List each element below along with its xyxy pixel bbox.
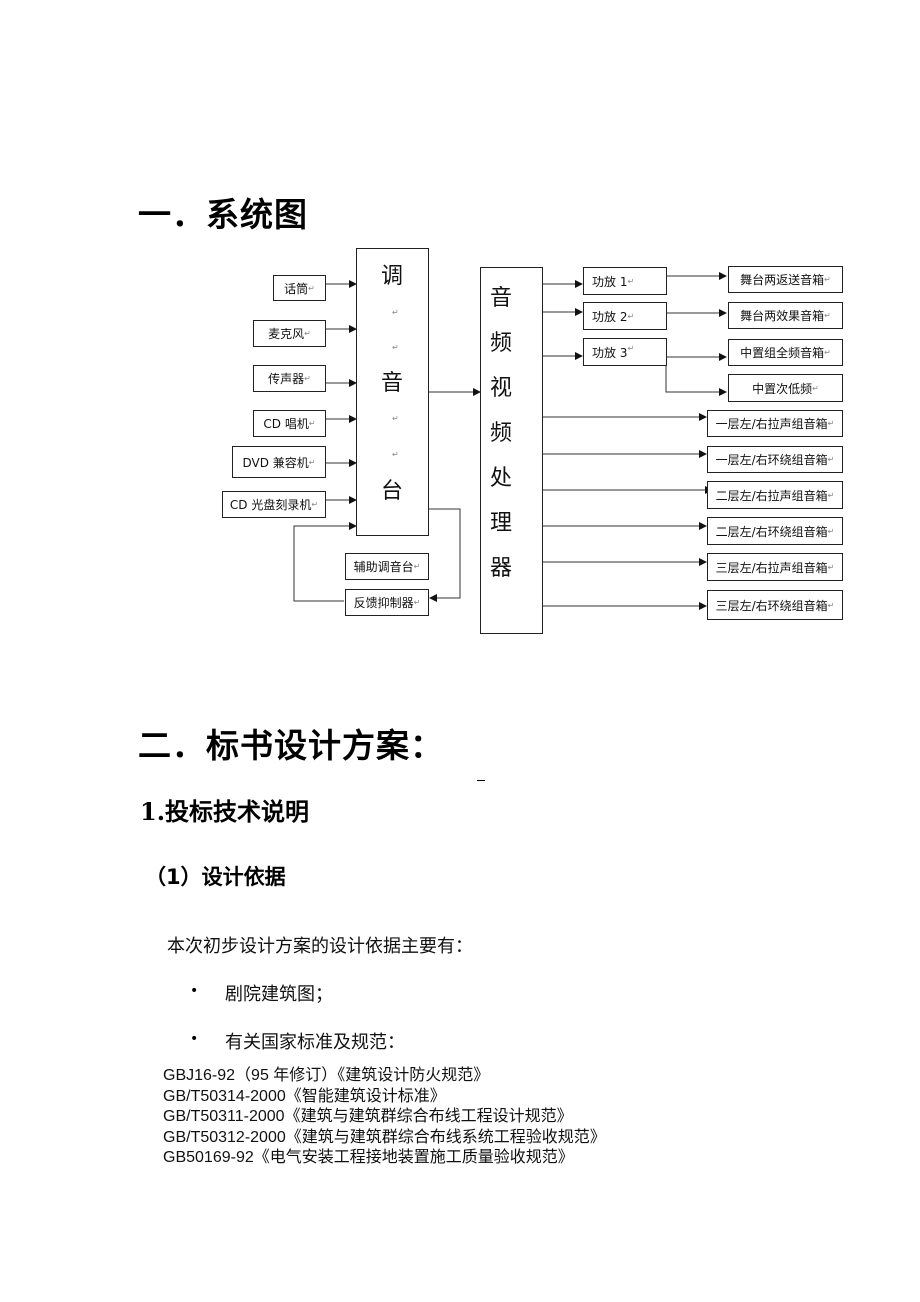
mixer-char: 调 <box>381 264 404 289</box>
output-speaker-box: 舞台两返送音箱 ↵ <box>728 266 843 293</box>
paragraph-mark: ↵ <box>824 275 831 284</box>
input-label: 麦克风 <box>268 327 305 341</box>
paragraph-mark: ↵ <box>827 455 835 464</box>
output-label: 一层左/右拉声组音箱 <box>715 417 828 431</box>
input-label: CD 光盘刻录机 <box>229 498 312 512</box>
output-label: 一层左/右环绕组音箱 <box>715 453 828 467</box>
output-speaker-box: 二层左/右拉声组音箱 ↵ <box>707 481 843 509</box>
output-speaker-box: 三层左/右环绕组音箱 ↵ <box>707 590 843 620</box>
aux-mixer-box: 辅助调音台 ↵ <box>345 553 429 580</box>
paragraph-mark: ↵ <box>392 343 399 352</box>
processor-char: 处 <box>490 466 513 491</box>
paragraph-mark: ↵ <box>627 311 635 321</box>
bullet-text: 剧院建筑图； <box>225 984 333 1005</box>
output-label: 二层左/右拉声组音箱 <box>715 488 828 503</box>
bullet-icon: • <box>190 1031 199 1047</box>
output-label: 中置组全频音箱 <box>740 346 825 360</box>
input-label: 传声器 <box>268 372 305 386</box>
processor-char: 视 <box>490 376 513 401</box>
paragraph-mark: ↵ <box>627 276 635 286</box>
standard-item: GB/T50312-2000《建筑与建筑群综合布线系统工程验收规范》 <box>163 1128 606 1146</box>
output-label: 舞台两返送音箱 <box>740 273 825 287</box>
paragraph-mark: ↵ <box>304 329 311 338</box>
standard-item: GB/T50314-2000《智能建筑设计标准》 <box>163 1087 446 1105</box>
amplifier-box: 功放 1 ↵ <box>583 267 667 295</box>
paragraph-mark: ↵ <box>304 374 311 383</box>
processor-char: 理 <box>490 511 513 536</box>
connector-amp3-out2 <box>665 357 727 396</box>
bullet-item: • <box>190 1030 198 1048</box>
processor-char: 频 <box>490 421 513 446</box>
output-label: 舞台两效果音箱 <box>740 309 825 323</box>
paragraph-mark: ↵ <box>308 283 315 293</box>
output-speaker-box: 中置组全频音箱 ↵ <box>728 339 843 366</box>
paragraph-mark: ↵ <box>824 348 831 357</box>
output-speaker-box: 舞台两效果音箱 ↵ <box>728 302 843 329</box>
aux-mixer-label: 辅助调音台 <box>353 560 414 574</box>
processor-char: 频 <box>490 331 513 356</box>
paragraph-mark: ↵ <box>392 308 399 317</box>
amplifier-label: 功放 3 <box>592 346 628 360</box>
bullet-icon: • <box>190 983 199 999</box>
input-box: CD 唱机 ↵ <box>253 410 326 437</box>
input-box: 传声器 ↵ <box>253 365 326 392</box>
bullet-item: • <box>190 982 198 1000</box>
bullet-text: 有关国家标准及规范： <box>225 1032 405 1053</box>
intro-paragraph: 本次初步设计方案的设计依据主要有： <box>167 936 473 957</box>
mixer-char: 台 <box>381 479 404 504</box>
output-speaker-box: 三层左/右拉声组音箱 ↵ <box>707 553 843 581</box>
paragraph-mark: ↵ <box>308 419 316 428</box>
mixer-char: 音 <box>381 371 404 396</box>
paragraph-mark: ↵ <box>812 383 819 393</box>
processor-char: 器 <box>490 556 513 581</box>
input-box: DVD 兼容机 ↵ <box>232 446 326 478</box>
input-label: 话筒 <box>284 281 309 296</box>
input-box: 话筒 ↵ <box>273 275 326 301</box>
amplifier-box: 功放 3 ↵ <box>583 338 667 366</box>
standards-list: GBJ16-92（95 年修订）《建筑设计防火规范》 GB/T50314-200… <box>163 1066 606 1169</box>
paragraph-mark: ↵ <box>827 419 835 428</box>
output-label: 三层左/右拉声组音箱 <box>715 560 828 575</box>
paragraph-mark: ↵ <box>827 562 835 572</box>
paragraph-mark: ↵ <box>308 457 316 467</box>
system-diagram: 话筒 ↵ 麦克风 ↵ 传声器 ↵ CD 唱机 ↵ DVD 兼容机 ↵ CD 光盘刻录机 ↵ … <box>0 0 920 700</box>
connector-mixer-to-feedback <box>428 508 461 602</box>
subsubheading-design-basis: （1）设计依据 <box>145 865 286 889</box>
paragraph-mark: ↵ <box>413 598 421 607</box>
output-speaker-box: 中置次低频 ↵ <box>728 374 843 402</box>
standard-item: GB/T50311-2000《建筑与建筑群综合布线工程设计规范》 <box>163 1108 573 1125</box>
section-heading-bid-design: 二．标书设计方案： <box>138 726 444 765</box>
feedback-suppressor-label: 反馈抑制器 <box>353 596 414 610</box>
standard-item: GBJ16-92（95 年修订）《建筑设计防火规范》 <box>163 1067 490 1084</box>
stray-mark <box>477 780 485 781</box>
amplifier-box: 功放 2 ↵ <box>583 302 667 330</box>
output-label: 二层左/右环绕组音箱 <box>715 524 828 539</box>
amplifier-label: 功放 1 <box>592 274 628 289</box>
paragraph-mark: ↵ <box>827 600 835 610</box>
paragraph-mark: ↵ <box>413 562 421 571</box>
paragraph-mark: ↵ <box>392 414 399 423</box>
paragraph-mark: ↵ <box>627 344 635 353</box>
feedback-suppressor-box: 反馈抑制器 ↵ <box>345 589 429 616</box>
output-speaker-box: 一层左/右拉声组音箱 ↵ <box>707 410 843 437</box>
processor-char: 音 <box>490 286 513 311</box>
output-speaker-box: 一层左/右环绕组音箱 ↵ <box>707 446 843 473</box>
paragraph-mark: ↵ <box>392 450 399 459</box>
output-label: 三层左/右环绕组音箱 <box>715 598 828 613</box>
input-box: CD 光盘刻录机 ↵ <box>222 491 326 518</box>
standard-item: GB50169-92《电气安装工程接地装置施工质量验收规范》 <box>163 1149 574 1166</box>
paragraph-mark: ↵ <box>827 526 835 536</box>
input-label: DVD 兼容机 <box>242 455 309 470</box>
paragraph-mark: ↵ <box>827 490 835 500</box>
input-box: 麦克风 ↵ <box>253 320 326 347</box>
amplifier-label: 功放 2 <box>592 309 628 324</box>
paragraph-mark: ↵ <box>311 500 319 509</box>
subheading-technical-description: 1.投标技术说明 <box>140 797 310 826</box>
output-label: 中置次低频 <box>752 381 813 396</box>
paragraph-mark: ↵ <box>824 311 831 320</box>
input-label: CD 唱机 <box>263 417 309 431</box>
output-speaker-box: 二层左/右环绕组音箱 ↵ <box>707 517 843 545</box>
